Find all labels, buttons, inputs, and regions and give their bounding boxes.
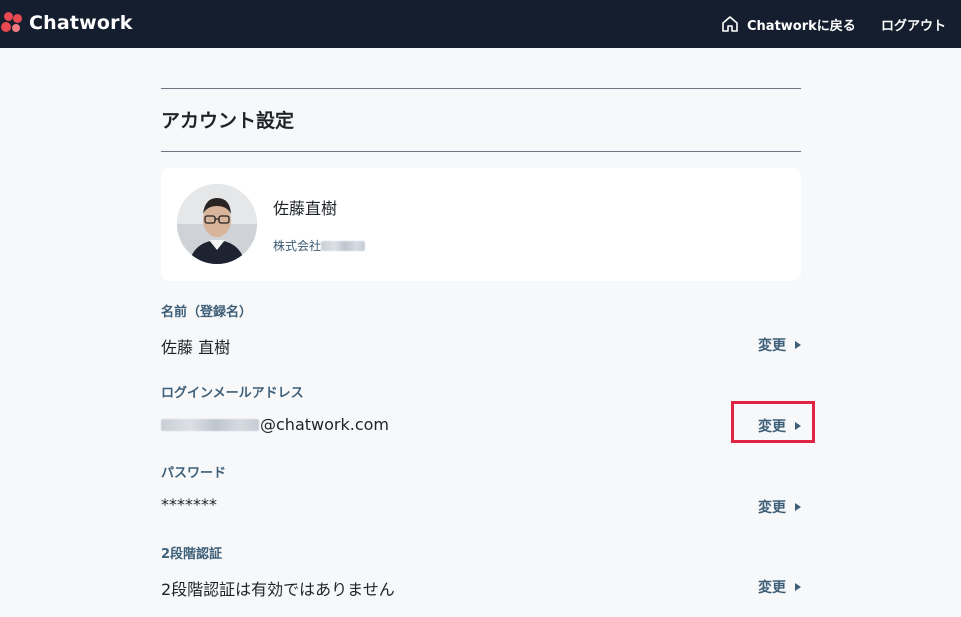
company-name-redacted xyxy=(321,240,366,251)
arrow-right-icon xyxy=(795,583,801,591)
name-field-label: 名前（登録名） xyxy=(161,305,253,320)
email-domain: @chatwork.com xyxy=(260,415,389,434)
email-change-highlight-box xyxy=(731,401,815,443)
password-field-label: パスワード xyxy=(161,466,227,481)
logo-text: Chatwork xyxy=(29,12,133,34)
logout-link[interactable]: ログアウト xyxy=(881,12,946,36)
profile-company-prefix: 株式会社 xyxy=(273,239,322,253)
chatwork-logo[interactable]: Chatwork xyxy=(0,11,133,35)
profile-card: 佐藤直樹 株式会社 xyxy=(161,168,801,281)
avatar[interactable] xyxy=(177,184,257,264)
password-field-value: ******* xyxy=(161,495,217,514)
arrow-right-icon xyxy=(795,341,801,349)
top-nav-bar: Chatwork Chatworkに戻る ログアウト xyxy=(0,0,961,48)
name-field-value: 佐藤 直樹 xyxy=(161,338,231,357)
page-title: アカウント設定 xyxy=(161,110,295,132)
email-field-label: ログインメールアドレス xyxy=(161,386,304,401)
two-factor-field-label: 2段階認証 xyxy=(161,547,223,562)
profile-name: 佐藤直樹 xyxy=(273,199,338,218)
change-name-button[interactable]: 変更 xyxy=(758,335,801,355)
title-bottom-divider xyxy=(161,151,801,152)
back-to-chatwork-label: Chatworkに戻る xyxy=(747,18,856,34)
avatar-photo-icon xyxy=(177,184,257,264)
home-icon xyxy=(722,16,738,32)
change-password-button[interactable]: 変更 xyxy=(758,497,801,517)
profile-company: 株式会社 xyxy=(273,237,366,254)
change-two-factor-button[interactable]: 変更 xyxy=(758,577,801,597)
two-factor-field-value: 2段階認証は有効ではありません xyxy=(161,580,395,599)
change-password-label: 変更 xyxy=(758,500,786,516)
logo-mark-icon xyxy=(0,11,28,35)
change-name-label: 変更 xyxy=(758,338,786,354)
email-field-value: @chatwork.com xyxy=(161,415,389,434)
back-to-chatwork-link[interactable]: Chatworkに戻る xyxy=(720,12,856,36)
email-local-part-redacted xyxy=(161,418,259,431)
logout-label: ログアウト xyxy=(881,18,947,34)
arrow-right-icon xyxy=(795,503,801,511)
title-top-divider xyxy=(161,88,801,89)
change-two-factor-label: 変更 xyxy=(758,580,786,596)
